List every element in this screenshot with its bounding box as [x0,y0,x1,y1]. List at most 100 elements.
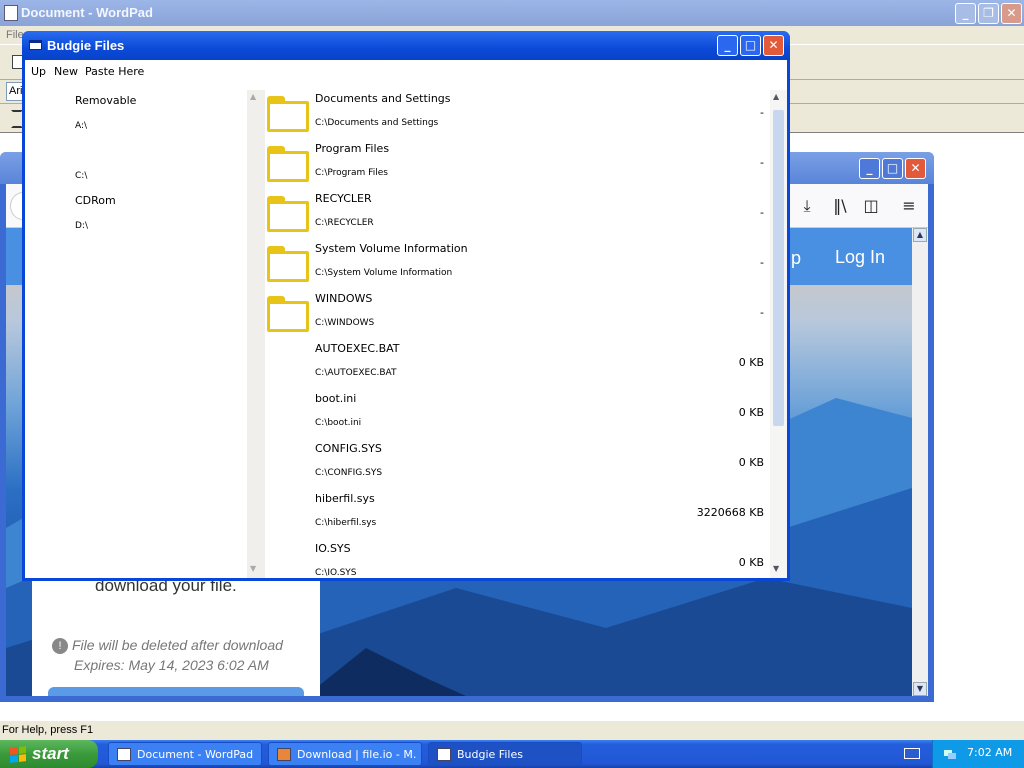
scroll-thumb[interactable] [773,110,784,426]
signup-link[interactable]: p [791,248,801,269]
scroll-down-icon[interactable]: ▼ [913,682,927,696]
system-tray: 7:02 AM [932,740,1024,768]
scroll-up-icon[interactable]: ▲ [913,228,927,242]
file-path: C:\RECYCLER [315,218,374,228]
warning-text: File will be deleted after download [72,637,283,653]
wordpad-title: Document - WordPad [21,5,153,20]
file-row[interactable]: CONFIG.SYS C:\CONFIG.SYS 0 KB [265,440,770,490]
folder-row[interactable]: Program Files C:\Program Files - [265,140,770,190]
file-name: AUTOEXEC.BAT [315,342,400,355]
drive-a-path[interactable]: A:\ [75,121,87,131]
sidebar-icon[interactable]: ◫ [862,197,880,215]
file-path: C:\Documents and Settings [315,118,439,128]
file-size: - [760,206,764,219]
budgie-menubar: Up New Paste Here [25,60,787,84]
menu-paste-here[interactable]: Paste Here [85,65,144,78]
file-name: CONFIG.SYS [315,442,382,455]
task-budgie-files[interactable]: Budgie Files [428,742,582,766]
file-name: Documents and Settings [315,92,451,105]
drive-cdrom[interactable]: CDRom [75,194,116,207]
network-icon[interactable] [943,747,957,761]
file-size: 0 KB [738,356,764,369]
scroll-down-icon[interactable]: ▼ [250,564,256,573]
folder-row[interactable]: WINDOWS C:\WINDOWS - [265,290,770,340]
file-name: System Volume Information [315,242,468,255]
file-size: 0 KB [738,456,764,469]
minimize-icon[interactable]: _ [717,35,738,56]
file-row[interactable]: boot.ini C:\boot.ini 0 KB [265,390,770,440]
folder-icon [267,246,309,282]
login-link[interactable]: Log In [835,247,885,268]
minimize-icon[interactable]: _ [955,3,976,24]
file-list-scrollbar[interactable]: ▲ ▼ [770,90,787,578]
task-wordpad[interactable]: Document - WordPad [108,742,262,766]
folder-icon [267,146,309,182]
file-name: hiberfil.sys [315,492,375,505]
clock[interactable]: 7:02 AM [967,746,1012,759]
task-browser[interactable]: Download | file.io - M... [268,742,422,766]
file-size: 0 KB [738,556,764,569]
menu-new[interactable]: New [54,65,78,78]
folder-icon [267,96,309,132]
task-label: Download | file.io - M... [297,748,417,761]
folder-icon [267,196,309,232]
start-button[interactable]: start [0,740,98,768]
folder-row[interactable]: RECYCLER C:\RECYCLER - [265,190,770,240]
folder-row[interactable]: System Volume Information C:\System Volum… [265,240,770,290]
download-icon[interactable]: ⤓ [798,197,816,215]
browser-icon [277,748,291,761]
windows-logo-icon [10,746,26,763]
scroll-up-icon[interactable]: ▲ [250,92,256,101]
budgie-titlebar[interactable]: Budgie Files _ □ ✕ [22,31,790,60]
file-row[interactable]: hiberfil.sys C:\hiberfil.sys 3220668 KB [265,490,770,540]
file-size: - [760,156,764,169]
window-icon [29,40,42,50]
scroll-up-icon[interactable]: ▲ [773,92,779,101]
window-icon [437,748,451,761]
file-size: - [760,306,764,319]
budgie-body: Up New Paste Here Removable A:\ C:\ CDRo… [25,60,787,578]
file-path: C:\WINDOWS [315,318,375,328]
keyboard-icon[interactable] [904,748,920,759]
file-row[interactable]: AUTOEXEC.BAT C:\AUTOEXEC.BAT 0 KB [265,340,770,390]
close-icon[interactable]: ✕ [905,158,926,179]
wordpad-titlebar[interactable]: Document - WordPad _ ❐ ✕ [0,0,1024,26]
folder-icon [267,296,309,332]
budgie-files-window: Budgie Files _ □ ✕ Up New Paste Here Rem… [22,31,790,581]
file-path: C:\hiberfil.sys [315,518,377,528]
close-icon[interactable]: ✕ [1001,3,1022,24]
budgie-title: Budgie Files [47,38,125,53]
task-label: Document - WordPad [137,748,254,761]
menu-up[interactable]: Up [31,65,46,78]
drive-d-path[interactable]: D:\ [75,221,88,231]
library-icon[interactable]: ‖\ [831,197,849,215]
info-icon: ! [52,638,68,654]
file-path: C:\AUTOEXEC.BAT [315,368,397,378]
close-icon[interactable]: ✕ [763,35,784,56]
file-path: C:\Program Files [315,168,388,178]
folder-row[interactable]: Documents and Settings C:\Documents and S… [265,90,770,140]
file-row[interactable]: IO.SYS C:\IO.SYS 0 KB [265,540,770,578]
status-text: For Help, press F1 [2,724,94,736]
wordpad-app-icon [4,5,18,21]
wordpad-icon [117,748,131,761]
minimize-icon[interactable]: _ [859,158,880,179]
maximize-icon[interactable]: □ [882,158,903,179]
expires-text: Expires: May 14, 2023 6:02 AM [74,657,269,673]
restore-icon[interactable]: ❐ [978,3,999,24]
start-label: start [32,744,69,763]
file-list: Documents and Settings C:\Documents and S… [265,90,770,578]
file-size: 3220668 KB [696,506,764,519]
drive-removable[interactable]: Removable [75,94,136,107]
sidebar-scrollbar[interactable]: ▲ ▼ [247,90,265,578]
scroll-down-icon[interactable]: ▼ [773,564,779,573]
browser-scrollbar[interactable]: ▲ ▼ [912,228,928,696]
maximize-icon[interactable]: □ [740,35,761,56]
download-button[interactable] [48,687,304,696]
menu-icon[interactable]: ≡ [900,197,918,215]
drive-c-path[interactable]: C:\ [75,171,87,181]
taskbar: start Document - WordPad Download | file… [0,740,1024,768]
file-size: 0 KB [738,406,764,419]
file-path: C:\CONFIG.SYS [315,468,383,478]
file-name: boot.ini [315,392,357,405]
